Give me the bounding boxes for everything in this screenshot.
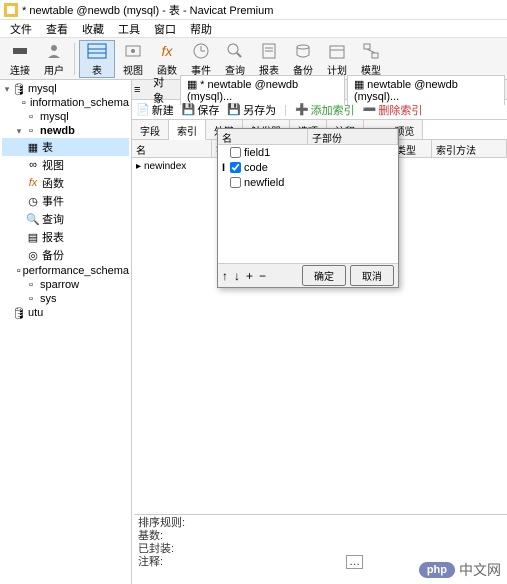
popup-col-name[interactable]: 名 xyxy=(218,129,308,144)
menu-window[interactable]: 窗口 xyxy=(148,20,182,38)
checkbox[interactable] xyxy=(230,147,241,158)
subtab-index[interactable]: 索引 xyxy=(169,120,206,140)
tree-views[interactable]: ∞视图 xyxy=(2,156,129,174)
tree-sys[interactable]: ▫sys xyxy=(2,292,129,306)
tool-schedule[interactable]: 计划 xyxy=(321,40,353,78)
tree-utu[interactable]: 🛢utu xyxy=(2,306,129,320)
tool-backup[interactable]: 备份 xyxy=(287,40,319,78)
tree-reports[interactable]: ▤报表 xyxy=(2,228,129,246)
nav-down-icon[interactable]: ↓ xyxy=(234,269,240,283)
tree-backup[interactable]: ◎备份 xyxy=(2,246,129,264)
ok-button[interactable]: 确定 xyxy=(302,265,346,286)
popup-row[interactable]: field1 xyxy=(218,145,398,160)
php-badge: php xyxy=(419,562,455,578)
popup-nav: ↑ ↓ + − xyxy=(222,269,266,283)
app-icon xyxy=(4,3,18,17)
tool-query[interactable]: 查询 xyxy=(219,40,251,78)
database-icon: 🛢 xyxy=(12,307,26,319)
tool-report[interactable]: 报表 xyxy=(253,40,285,78)
menu-view[interactable]: 查看 xyxy=(40,20,74,38)
col-name[interactable]: 名 xyxy=(132,140,212,157)
popup-col-sub[interactable]: 子部份 xyxy=(308,129,398,144)
tool-user[interactable]: 用户 xyxy=(38,40,70,78)
tool-connect[interactable]: 连接 xyxy=(4,40,36,78)
info-base: 基数: xyxy=(138,530,503,543)
fx-icon: fx xyxy=(26,177,40,189)
tree-events[interactable]: ◷事件 xyxy=(2,192,129,210)
schema-icon: ▫ xyxy=(24,293,38,305)
menu-tools[interactable]: 工具 xyxy=(112,20,146,38)
tool-model[interactable]: 模型 xyxy=(355,40,387,78)
tool-view[interactable]: 视图 xyxy=(117,40,149,78)
menu-file[interactable]: 文件 xyxy=(4,20,38,38)
database-icon: 🛢 xyxy=(12,83,26,95)
action-delindex[interactable]: ➖ 删除索引 xyxy=(363,102,423,118)
tree-mysqldb[interactable]: ▫mysql xyxy=(2,110,129,124)
window-title: * newtable @newdb (mysql) - 表 - Navicat … xyxy=(22,2,273,18)
popup-row[interactable]: Icode xyxy=(218,160,398,175)
tree-queries[interactable]: 🔍查询 xyxy=(2,210,129,228)
schema-icon: ▫ xyxy=(24,279,38,291)
action-save[interactable]: 💾 保存 xyxy=(182,102,220,118)
clock-icon: ◷ xyxy=(26,195,40,207)
watermark-text: 中文网 xyxy=(459,560,501,580)
note-expand-icon[interactable]: … xyxy=(346,555,363,569)
view-icon: ∞ xyxy=(26,159,40,171)
sidebar: ▾🛢mysql ▫information_schema ▫mysql ▾▫new… xyxy=(0,80,132,584)
popup-footer: ↑ ↓ + − 确定 取消 xyxy=(218,263,398,287)
popup-header: 名 子部份 xyxy=(218,129,398,145)
checkbox[interactable] xyxy=(230,177,241,188)
tool-table[interactable]: 表 xyxy=(79,40,115,78)
schema-icon: ▫ xyxy=(17,265,21,277)
search-icon: 🔍 xyxy=(26,213,40,225)
table-icon: ▦ xyxy=(26,141,40,153)
action-addindex[interactable]: ➕ 添加索引 xyxy=(295,102,355,118)
tree-newdb[interactable]: ▾▫newdb xyxy=(2,124,129,138)
nav-add-icon[interactable]: + xyxy=(246,269,253,283)
schema-icon: ▫ xyxy=(20,97,28,109)
action-saveas[interactable]: 💾 另存为 xyxy=(227,102,276,118)
menu-help[interactable]: 帮助 xyxy=(184,20,218,38)
cancel-button[interactable]: 取消 xyxy=(350,265,394,286)
field-selector-popup: 名 子部份 field1 Icode newfield ↑ ↓ + − 确定 取… xyxy=(217,128,399,288)
action-new[interactable]: 📄 新建 xyxy=(136,102,174,118)
nav-up-icon[interactable]: ↑ xyxy=(222,269,228,283)
tree-tables[interactable]: ▦表 xyxy=(2,138,129,156)
cell-name[interactable]: newindex xyxy=(140,160,190,173)
menubar: 文件 查看 收藏 工具 窗口 帮助 xyxy=(0,20,507,38)
table-icon: ▦ xyxy=(354,79,364,91)
report-icon: ▤ xyxy=(26,231,40,243)
separator xyxy=(74,43,75,75)
watermark: php 中文网 xyxy=(419,560,501,580)
tree-perfschema[interactable]: ▫performance_schema xyxy=(2,264,129,278)
col-method[interactable]: 索引方法 xyxy=(432,140,507,157)
info-sort: 排序规则: xyxy=(138,517,503,530)
schema-icon: ▫ xyxy=(24,111,38,123)
menu-fav[interactable]: 收藏 xyxy=(76,20,110,38)
schema-icon: ▫ xyxy=(24,125,38,137)
popup-body: field1 Icode newfield xyxy=(218,145,398,263)
popup-row[interactable]: newfield xyxy=(218,175,398,190)
tree-mysql[interactable]: ▾🛢mysql xyxy=(2,82,129,96)
tool-function[interactable]: fx函数 xyxy=(151,40,183,78)
backup-icon: ◎ xyxy=(26,249,40,261)
tool-event[interactable]: 事件 xyxy=(185,40,217,78)
checkbox[interactable] xyxy=(230,162,241,173)
bottom-info: 排序规则: 基数: 已封装: 注释: … xyxy=(134,514,507,566)
actionbar: 📄 新建 💾 保存 💾 另存为 | ➕ 添加索引 ➖ 删除索引 xyxy=(132,100,507,120)
objects-icon[interactable]: ≡ xyxy=(134,84,149,96)
table-icon: ▦ xyxy=(187,79,197,91)
tabbar: ≡ 对象 ▦ * newtable @newdb (mysql)... ▦ ne… xyxy=(132,80,507,100)
tree-sparrow[interactable]: ▫sparrow xyxy=(2,278,129,292)
tree-functions[interactable]: fx函数 xyxy=(2,174,129,192)
info-packed: 已封装: xyxy=(138,543,503,556)
subtab-fields[interactable]: 字段 xyxy=(132,120,169,139)
titlebar: * newtable @newdb (mysql) - 表 - Navicat … xyxy=(0,0,507,20)
tree-infoschema[interactable]: ▫information_schema xyxy=(2,96,129,110)
nav-remove-icon[interactable]: − xyxy=(259,269,266,283)
